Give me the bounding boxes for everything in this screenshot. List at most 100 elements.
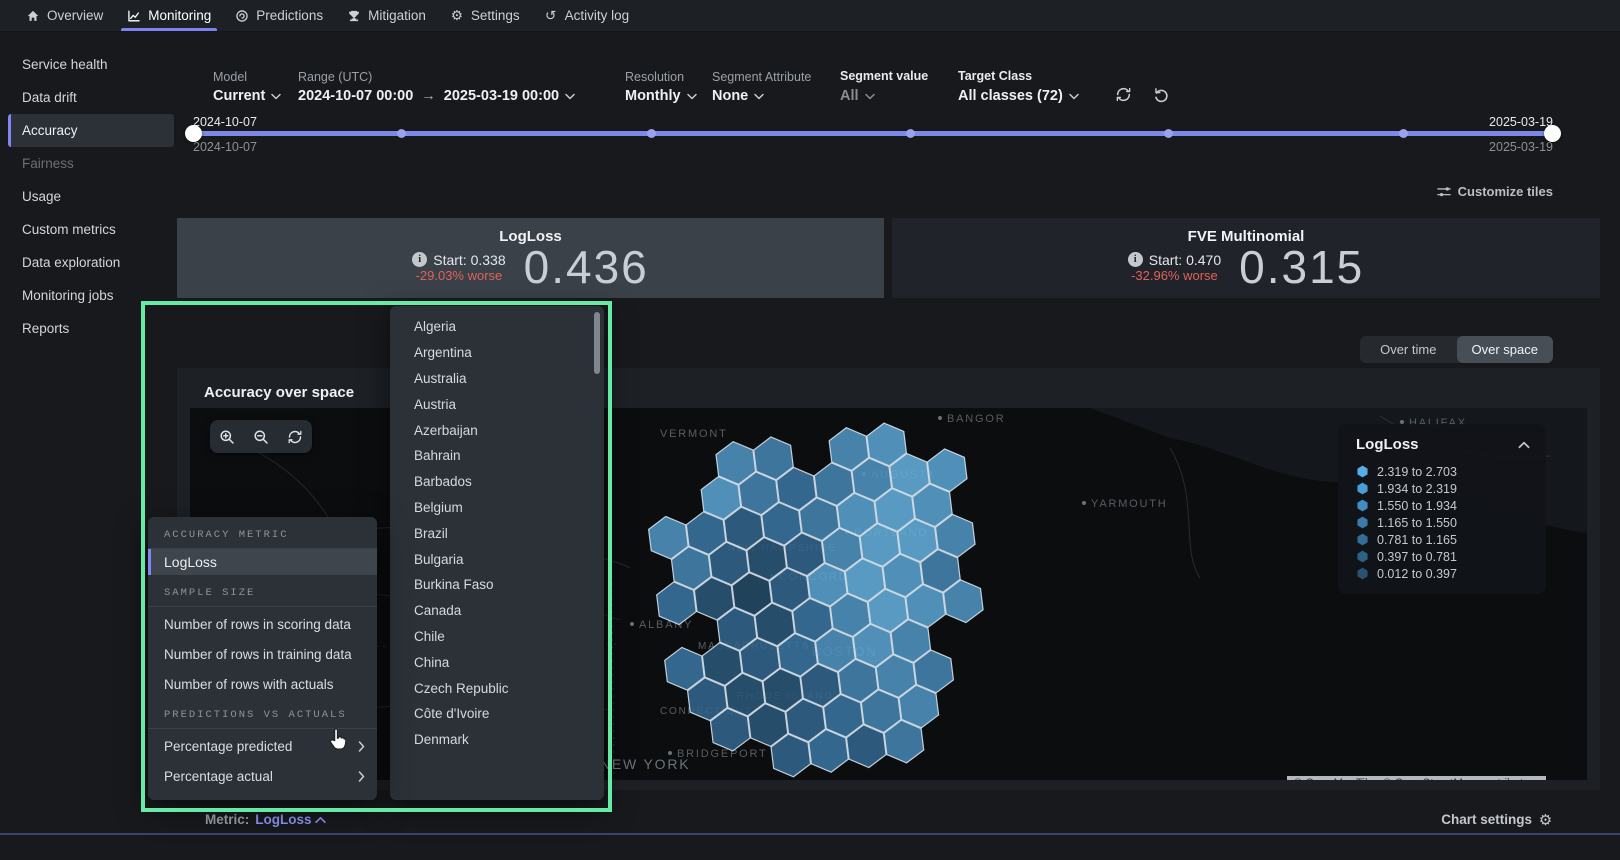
country-option-canada[interactable]: Canada: [390, 598, 604, 624]
country-dropdown: AlgeriaArgentinaAustraliaAustriaAzerbaij…: [390, 306, 604, 800]
metric-tile-fve-multinomial[interactable]: FVE Multinomial iStart: 0.470 -32.96% wo…: [892, 218, 1600, 298]
map-place-label: NEW HAMPSHIRE: [728, 543, 837, 554]
target-class-select[interactable]: All classes (72): [958, 88, 1079, 104]
legend-range-label: 2.319 to 2.703: [1377, 465, 1457, 479]
toggle-over-time[interactable]: Over time: [1360, 336, 1457, 363]
tile-delta: -32.96% worse: [1131, 268, 1218, 283]
country-option-azerbaijan[interactable]: Azerbaijan: [390, 417, 604, 443]
hexagon-icon: [1356, 465, 1369, 478]
sidebar-item-usage[interactable]: Usage: [0, 180, 180, 213]
chart-settings-button[interactable]: Chart settings ⚙: [1441, 812, 1553, 827]
sidebar-item-accuracy[interactable]: Accuracy: [8, 114, 174, 147]
hexagon-icon: [1356, 482, 1369, 495]
timeline-end-label: 2025-03-19: [1489, 115, 1553, 129]
sidebar-item-service-health[interactable]: Service health: [0, 48, 180, 81]
metric-tile-logloss[interactable]: LogLoss iStart: 0.338 -29.03% worse 0.43…: [177, 218, 884, 298]
country-option-burkina-faso[interactable]: Burkina Faso: [390, 572, 604, 598]
legend-entry: 1.165 to 1.550: [1356, 514, 1546, 531]
country-option-chile[interactable]: Chile: [390, 624, 604, 650]
map-place-label: MASSACHUSETTS: [698, 641, 810, 652]
map-attribution: © OpenMapTiles © OpenStreetMap contribut…: [1287, 776, 1546, 780]
legend-range-label: 0.781 to 1.165: [1377, 533, 1457, 547]
line-chart-icon: [127, 9, 141, 23]
home-icon: [26, 9, 40, 23]
sliders-icon: [1437, 185, 1451, 199]
legend-entry: 0.012 to 0.397: [1356, 565, 1546, 582]
nav-item-label: Predictions: [256, 8, 323, 23]
country-option-bulgaria[interactable]: Bulgaria: [390, 546, 604, 572]
toggle-over-space[interactable]: Over space: [1457, 336, 1554, 363]
sidebar-item-fairness[interactable]: Fairness: [0, 147, 180, 180]
zoom-in-button[interactable]: [219, 429, 235, 445]
hexagon-icon: [1356, 533, 1369, 546]
country-option-belgium[interactable]: Belgium: [390, 495, 604, 521]
refresh-button[interactable]: [1115, 86, 1132, 103]
app-root: Overview Monitoring Predictions Mitigation⚙…: [0, 0, 1620, 860]
country-option-denmark[interactable]: Denmark: [390, 727, 604, 753]
reset-zoom-button[interactable]: [287, 429, 303, 445]
range-select[interactable]: 2024-10-07 00:00→2025-03-19 00:00: [298, 88, 575, 104]
customize-tiles-button[interactable]: Customize tiles: [1437, 184, 1553, 199]
resolution-label: Resolution: [625, 70, 697, 84]
timeline-start-sublabel: 2024-10-07: [193, 140, 257, 154]
nav-item-settings[interactable]: ⚙Settings: [438, 0, 532, 31]
nav-item-predictions[interactable]: Predictions: [223, 0, 335, 31]
menu-item-number-of-rows-in-scoring-data[interactable]: Number of rows in scoring data: [148, 611, 377, 637]
nav-item-label: Monitoring: [148, 8, 211, 23]
timeline-handle-end[interactable]: [1544, 125, 1561, 142]
menu-item-number-of-rows-in-training-data[interactable]: Number of rows in training data: [148, 641, 377, 667]
resolution-select[interactable]: Monthly: [625, 88, 697, 104]
history-icon: ↺: [544, 9, 558, 23]
tile-start-value: Start: 0.338: [433, 252, 505, 268]
menu-item-logloss[interactable]: LogLoss: [148, 549, 377, 575]
country-option-algeria[interactable]: Algeria: [390, 314, 604, 340]
timeline-track[interactable]: [193, 131, 1553, 136]
menu-item-number-of-rows-with-actuals[interactable]: Number of rows with actuals: [148, 671, 377, 697]
sidebar-item-data-exploration[interactable]: Data exploration: [0, 246, 180, 279]
timeline-step-dot: [397, 129, 406, 138]
sidebar-item-custom-metrics[interactable]: Custom metrics: [0, 213, 180, 246]
timeline-step-dot: [906, 129, 915, 138]
timeline-step-dot: [647, 129, 656, 138]
reset-button[interactable]: [1153, 86, 1170, 103]
country-option-brazil[interactable]: Brazil: [390, 520, 604, 546]
nav-item-activity-log[interactable]: ↺ Activity log: [532, 0, 642, 31]
map-place-label: CONCORD: [770, 571, 848, 583]
country-scrollbar-thumb[interactable]: [594, 312, 600, 374]
country-option-austria[interactable]: Austria: [390, 391, 604, 417]
legend-range-label: 0.397 to 0.781: [1377, 550, 1457, 564]
segment-value-label: Segment value: [840, 69, 928, 83]
metric-link[interactable]: LogLoss: [255, 812, 325, 827]
tile-current-value: 0.436: [524, 247, 649, 288]
model-label: Model: [213, 70, 281, 84]
nav-item-mitigation[interactable]: Mitigation: [335, 0, 438, 31]
country-option-czech-republic[interactable]: Czech Republic: [390, 675, 604, 701]
map-place-label: NEW YORK: [600, 756, 690, 772]
nav-item-monitoring[interactable]: Monitoring: [115, 0, 223, 31]
sidebar-item-reports[interactable]: Reports: [0, 312, 180, 345]
nav-item-overview[interactable]: Overview: [14, 0, 115, 31]
country-option-china[interactable]: China: [390, 649, 604, 675]
resolution-control: Resolution Monthly: [625, 70, 697, 104]
country-option-bahrain[interactable]: Bahrain: [390, 443, 604, 469]
footer-metric: Metric: LogLoss: [205, 812, 326, 827]
tile-start-value: Start: 0.470: [1149, 252, 1221, 268]
sidebar-item-monitoring-jobs[interactable]: Monitoring jobs: [0, 279, 180, 312]
info-icon: i: [1128, 252, 1143, 267]
map-place-label: RHODE ISLAND: [737, 691, 834, 702]
menu-item-percentage-actual[interactable]: Percentage actual: [148, 763, 377, 789]
nav-item-label: Activity log: [565, 8, 630, 23]
segment-value-select[interactable]: All: [840, 88, 928, 104]
segment-attribute-select[interactable]: None: [712, 88, 811, 104]
zoom-out-button[interactable]: [253, 429, 269, 445]
country-option-barbados[interactable]: Barbados: [390, 469, 604, 495]
sidebar-item-data-drift[interactable]: Data drift: [0, 81, 180, 114]
country-option-australia[interactable]: Australia: [390, 366, 604, 392]
legend-collapse-button[interactable]: [1518, 441, 1530, 449]
menu-section-header: SAMPLE SIZE: [148, 575, 377, 606]
country-option-c-te-d-ivoire[interactable]: Côte d'Ivoire: [390, 701, 604, 727]
model-select[interactable]: Current: [213, 88, 281, 104]
map-place-label: PORTLAND: [845, 527, 928, 539]
country-option-argentina[interactable]: Argentina: [390, 340, 604, 366]
timeline-handle-start[interactable]: [185, 125, 202, 142]
